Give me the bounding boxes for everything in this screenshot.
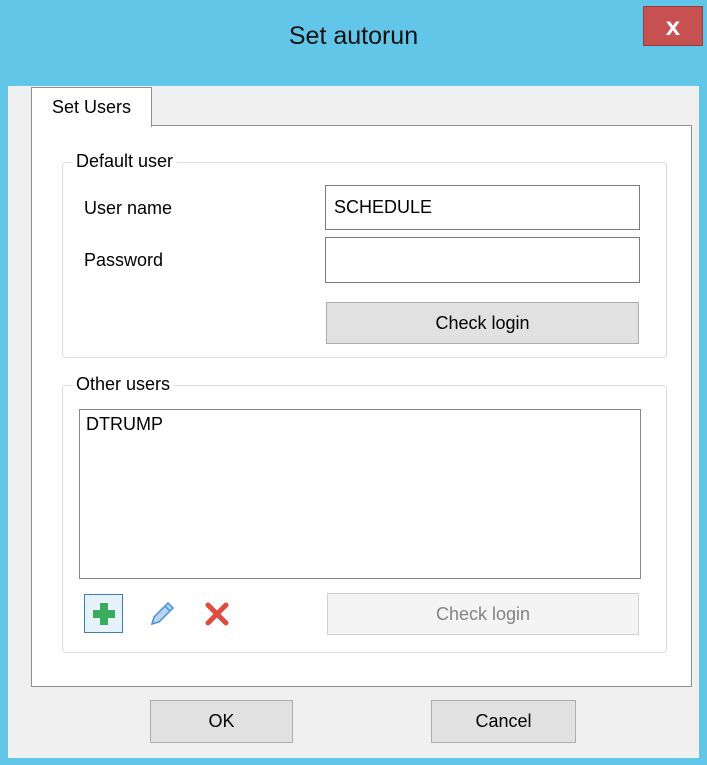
delete-user-button[interactable] (197, 594, 236, 633)
default-user-legend: Default user (72, 151, 178, 172)
list-item[interactable]: DTRUMP (80, 410, 640, 435)
username-input[interactable] (325, 185, 640, 230)
cancel-button[interactable]: Cancel (431, 700, 576, 743)
close-icon: x (665, 10, 681, 41)
add-user-button[interactable] (84, 594, 123, 633)
default-check-login-button[interactable]: Check login (326, 302, 639, 344)
ok-button[interactable]: OK (150, 700, 293, 743)
default-check-login-label: Check login (435, 312, 530, 333)
ok-label: OK (208, 711, 235, 731)
x-icon (205, 602, 228, 625)
tab-set-users[interactable]: Set Users (31, 87, 152, 127)
other-users-list[interactable]: DTRUMP (79, 409, 641, 579)
username-label: User name (84, 198, 173, 218)
cancel-label: Cancel (475, 711, 532, 731)
other-check-login-label: Check login (435, 603, 531, 624)
pencil-icon (150, 601, 174, 625)
password-label: Password (84, 250, 164, 270)
plus-icon (92, 602, 115, 625)
close-button[interactable]: x (643, 6, 703, 46)
window-title: Set autorun (288, 22, 419, 50)
password-input[interactable] (325, 237, 640, 283)
tab-label: Set Users (51, 97, 132, 117)
edit-user-button[interactable] (142, 594, 181, 633)
other-check-login-button[interactable]: Check login (327, 593, 639, 635)
other-users-legend: Other users (72, 374, 175, 395)
